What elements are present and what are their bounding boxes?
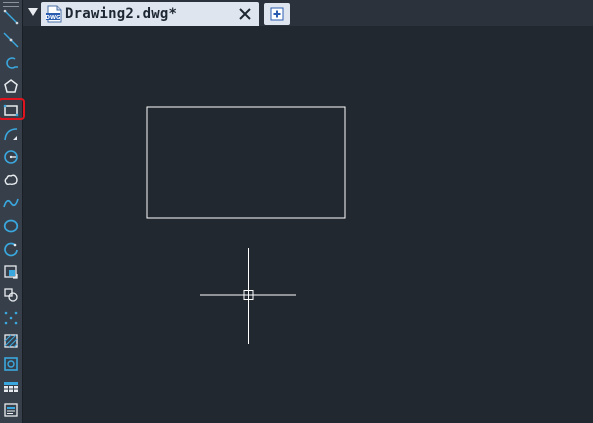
new-tab-button[interactable] [264, 3, 290, 25]
svg-text:DWG: DWG [45, 15, 61, 21]
multiline-text-tool-icon [4, 403, 18, 417]
ellipse-arc-tool-icon [4, 242, 18, 257]
make-block-tool-button[interactable] [0, 284, 22, 306]
polygon-tool-button[interactable] [0, 75, 22, 97]
ellipse-tool-icon [3, 219, 19, 233]
drawn-rectangle[interactable] [146, 106, 346, 219]
caret-down-icon [28, 8, 38, 16]
multiline-text-tool-button[interactable] [0, 399, 22, 421]
point-tool-button[interactable] [0, 307, 22, 329]
hatch-tool-icon [4, 334, 18, 348]
tab-drawing2[interactable]: DWG Drawing2.dwg* [41, 2, 259, 26]
dwg-file-icon: DWG [45, 5, 62, 23]
tab-list-dropdown[interactable] [27, 4, 39, 20]
table-tool-icon [4, 382, 18, 392]
construction-line-tool-button[interactable] [0, 29, 22, 51]
spline-tool-icon [3, 198, 19, 208]
tab-title: Drawing2.dwg* [65, 6, 178, 22]
ellipse-arc-tool-button[interactable] [0, 238, 22, 260]
draw-toolbar [0, 0, 25, 423]
hatch-tool-button[interactable] [0, 330, 22, 352]
point-tool-icon [4, 311, 18, 325]
revision-cloud-tool-icon [4, 174, 18, 186]
rectangle-tool-icon [3, 104, 19, 117]
line-tool-button[interactable] [0, 6, 22, 28]
revision-cloud-tool-button[interactable] [0, 169, 22, 191]
table-tool-button[interactable] [0, 376, 22, 398]
close-icon [239, 8, 251, 20]
close-tab-button[interactable] [237, 6, 253, 22]
insert-block-tool-button[interactable] [0, 261, 22, 283]
line-tool-icon [3, 9, 19, 25]
region-tool-button[interactable] [0, 353, 22, 375]
rectangle-tool-button[interactable] [0, 98, 25, 121]
polyline-tool-button[interactable] [0, 52, 22, 74]
circle-tool-icon [4, 150, 18, 164]
spline-tool-button[interactable] [0, 192, 22, 214]
crosshair-cursor [200, 248, 296, 344]
new-document-plus-icon [270, 7, 284, 21]
ellipse-tool-button[interactable] [0, 215, 22, 237]
construction-line-tool-icon [3, 32, 19, 48]
arc-tool-button[interactable] [0, 123, 22, 145]
insert-block-tool-icon [4, 265, 18, 279]
polygon-tool-icon [4, 79, 18, 93]
make-block-tool-icon [4, 288, 18, 302]
polyline-tool-icon [6, 57, 18, 69]
circle-tool-button[interactable] [0, 146, 22, 168]
arc-tool-icon [4, 128, 18, 141]
drawing-canvas[interactable] [23, 26, 593, 423]
region-tool-icon [4, 357, 18, 371]
